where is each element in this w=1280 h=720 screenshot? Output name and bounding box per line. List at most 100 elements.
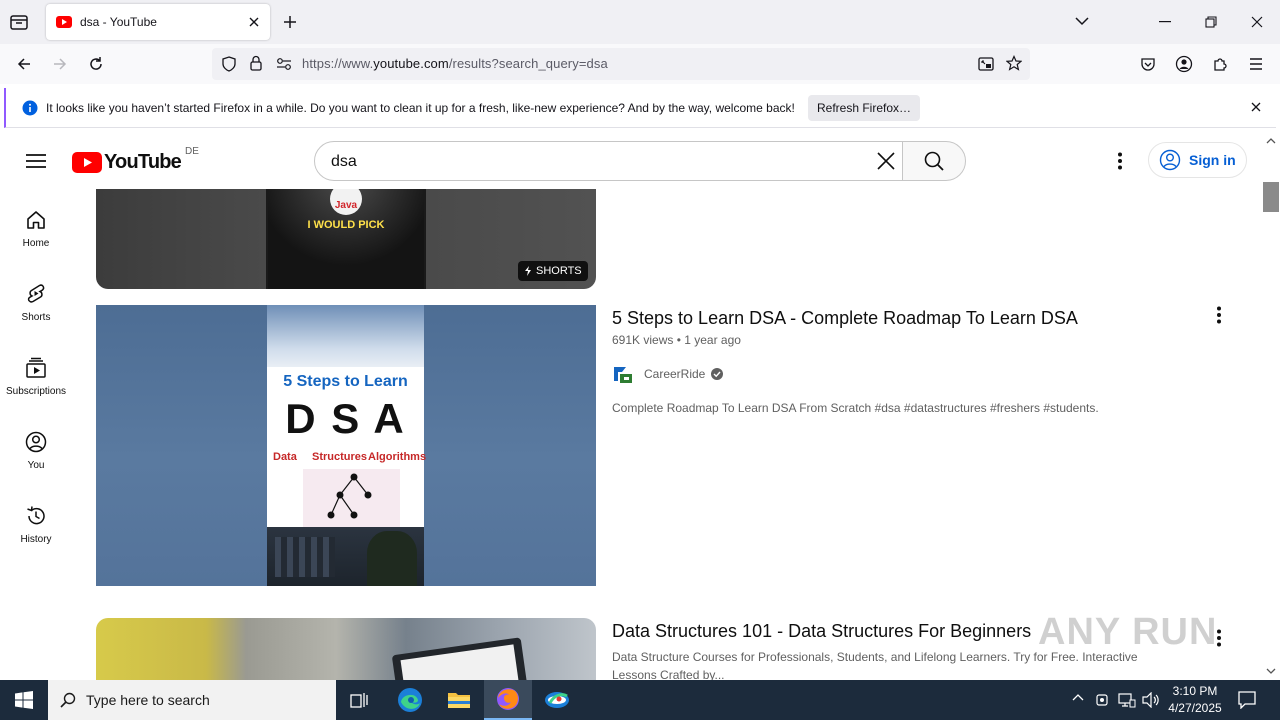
forward-arrow-icon[interactable] [46, 50, 74, 78]
scroll-down-arrow-icon[interactable] [1266, 668, 1276, 675]
scroll-up-arrow-icon[interactable] [1266, 137, 1276, 144]
shorts-badge: SHORTS [518, 261, 588, 281]
subscriptions-icon [25, 357, 47, 379]
permissions-icon[interactable] [276, 57, 292, 71]
lock-icon[interactable] [250, 55, 262, 71]
picture-in-picture-icon[interactable] [978, 56, 994, 72]
clock-time: 3:10 PM [1172, 684, 1218, 698]
youtube-favicon-icon [56, 16, 72, 28]
file-explorer-icon[interactable] [435, 680, 483, 720]
extensions-puzzle-icon[interactable] [1206, 50, 1234, 78]
search-input[interactable]: dsa [331, 153, 357, 171]
tab-youtube[interactable]: dsa - YouTube [46, 4, 270, 40]
url-text[interactable]: https://www.youtube.com/results?search_q… [302, 56, 608, 71]
close-notification-icon[interactable] [1251, 102, 1261, 112]
url-path: /results?search_query=dsa [448, 56, 608, 71]
taskbar-clock[interactable]: 3:10 PM 4/27/2025 [1162, 683, 1228, 717]
refresh-firefox-button[interactable]: Refresh Firefox… [808, 95, 920, 121]
sidebar-item-shorts[interactable]: Shorts [0, 263, 72, 337]
video-title[interactable]: Data Structures 101 - Data Structures Fo… [612, 621, 1031, 642]
sidebar-item-label: History [20, 534, 52, 545]
careerride-channel-avatar-icon [612, 363, 634, 385]
shorts-icon [25, 283, 47, 305]
search-icon [924, 151, 944, 171]
building-windows [275, 537, 335, 577]
shorts-badge-label: SHORTS [536, 265, 582, 277]
sidebar-item-subscriptions[interactable]: Subscriptions [0, 337, 72, 411]
sign-in-label: Sign in [1189, 152, 1236, 168]
browser-navigation-bar: https://www.youtube.com/results?search_q… [0, 44, 1280, 84]
search-box[interactable]: dsa [314, 141, 903, 181]
tree-silhouette [367, 531, 417, 586]
sidebar-item-label: Shorts [21, 312, 51, 323]
reload-icon[interactable] [82, 50, 110, 78]
new-tab-icon[interactable] [282, 14, 298, 30]
edge-browser-icon[interactable] [386, 680, 434, 720]
page-scrollbar[interactable] [1262, 134, 1280, 680]
history-icon [25, 505, 47, 527]
shorts-thumb-caption: I WOULD PICK [307, 219, 385, 231]
anyrun-watermark: ANY RUN [1038, 611, 1217, 654]
video-thumbnail[interactable] [96, 618, 596, 680]
notifications-action-center-icon[interactable] [1238, 691, 1256, 709]
video-thumbnail[interactable]: 5 Steps to Learn D S A Data Structures A… [96, 305, 596, 586]
shorts-badge-icon [524, 266, 532, 276]
volume-speaker-icon[interactable] [1142, 692, 1160, 708]
settings-more-icon[interactable] [1117, 152, 1123, 170]
account-icon[interactable] [1170, 50, 1198, 78]
sidebar-item-home[interactable]: Home [0, 189, 72, 263]
shorts-thumbnail[interactable]: Java I WOULD PICK SHORTS [96, 189, 596, 289]
tab-manager-icon[interactable] [8, 12, 30, 32]
meet-now-icon[interactable] [1096, 692, 1110, 708]
youtube-logo-text: YouTube [104, 151, 182, 173]
url-domain: youtube.com [373, 56, 449, 71]
taskbar-search-box[interactable]: Type here to search [48, 680, 336, 720]
channel-row[interactable]: CareerRide [612, 363, 724, 385]
thumb-dsa: D S A [285, 395, 406, 442]
windows-start-icon[interactable] [0, 680, 48, 720]
clear-search-icon[interactable] [877, 152, 895, 170]
thumbnail-card: 5 Steps to Learn D S A Data Structures A… [267, 305, 426, 586]
guide-menu-icon[interactable] [26, 153, 46, 169]
youtube-play-logo-icon [72, 152, 102, 173]
search-icon [60, 692, 76, 708]
restore-window-icon[interactable] [1188, 0, 1234, 44]
windows-taskbar: Type here to search 3:10 PM 4/27/2025 [0, 680, 1280, 720]
close-window-icon[interactable] [1234, 0, 1280, 44]
tracking-protection-shield-icon[interactable] [222, 56, 236, 72]
anyrun-app-icon[interactable] [533, 680, 581, 720]
show-hidden-icons-chevron-icon[interactable] [1072, 693, 1084, 701]
browser-tab-bar: dsa - YouTube [0, 0, 1280, 44]
app-menu-hamburger-icon[interactable] [1242, 50, 1270, 78]
firefox-taskbar-icon[interactable] [484, 680, 532, 720]
task-view-icon[interactable] [336, 680, 384, 720]
channel-name[interactable]: CareerRide [644, 367, 705, 381]
sign-in-button[interactable]: Sign in [1148, 142, 1247, 178]
you-icon [25, 431, 47, 453]
sidebar-item-history[interactable]: History [0, 485, 72, 559]
pocket-icon[interactable] [1134, 50, 1162, 78]
scrollbar-thumb[interactable] [1263, 182, 1279, 212]
tree-diagram [303, 469, 400, 527]
sidebar-item-label: Home [22, 238, 50, 249]
search-button[interactable] [902, 141, 966, 181]
video-title[interactable]: 5 Steps to Learn DSA - Complete Roadmap … [612, 308, 1078, 329]
sidebar-item-you[interactable]: You [0, 411, 72, 485]
video-description: Complete Roadmap To Learn DSA From Scrat… [612, 401, 1099, 415]
youtube-logo[interactable]: YouTube DE [72, 146, 199, 174]
url-scheme: https://www. [302, 56, 374, 71]
bookmark-star-icon[interactable] [1006, 55, 1022, 71]
video-meta: 691K views • 1 year ago [612, 333, 741, 347]
back-arrow-icon[interactable] [10, 50, 38, 78]
youtube-header: YouTube DE dsa Sign in [0, 134, 1262, 189]
minimize-window-icon[interactable] [1142, 0, 1188, 44]
address-bar[interactable]: https://www.youtube.com/results?search_q… [212, 48, 1030, 80]
taskbar-search-placeholder: Type here to search [86, 692, 210, 708]
tab-title: dsa - YouTube [80, 15, 157, 29]
info-icon [22, 100, 38, 116]
network-icon[interactable] [1118, 692, 1136, 708]
video-action-menu-icon[interactable] [1216, 306, 1222, 324]
java-logo-text: Java [334, 200, 358, 211]
list-all-tabs-icon[interactable] [1074, 16, 1090, 26]
close-tab-icon[interactable] [248, 16, 260, 28]
